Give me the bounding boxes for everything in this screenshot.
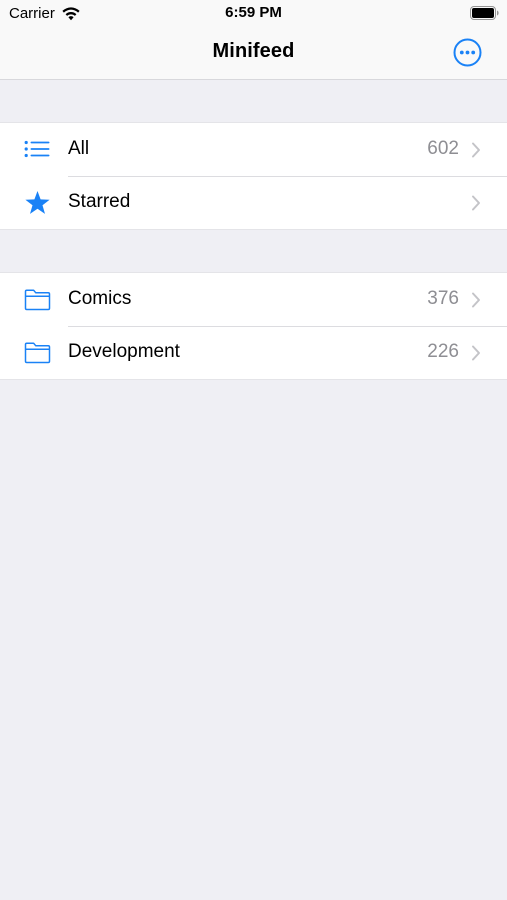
row-label: Starred: [68, 191, 131, 212]
chevron-right-icon: [472, 292, 480, 308]
folders-section: Comics 376 Development 226: [0, 272, 507, 380]
page-title: Minifeed: [212, 40, 295, 62]
list-icon: [24, 140, 50, 158]
navigation-bar: Carrier 6:59 PM Minifeed: [0, 0, 507, 80]
status-bar: Carrier 6:59 PM: [0, 0, 507, 28]
list-item-all[interactable]: All 602: [0, 123, 507, 176]
battery-icon: [470, 6, 499, 20]
chevron-right-icon: [472, 345, 480, 361]
chevron-right-icon: [472, 142, 480, 158]
list-item-folder-comics[interactable]: Comics 376: [0, 273, 507, 326]
unread-count: 602: [427, 138, 459, 159]
ellipsis-circle-icon[interactable]: [453, 38, 482, 67]
status-time: 6:59 PM: [225, 4, 282, 21]
smart-feeds-section: All 602 Starred: [0, 122, 507, 230]
list-item-folder-development[interactable]: Development 226: [0, 326, 507, 379]
unread-count: 226: [427, 341, 459, 362]
row-label: Comics: [68, 288, 132, 309]
row-label: All: [68, 138, 90, 159]
list-item-starred[interactable]: Starred: [0, 176, 507, 229]
folder-icon: [24, 342, 51, 364]
folder-icon: [24, 289, 51, 311]
star-icon: [25, 191, 50, 214]
row-label: Development: [68, 341, 180, 362]
chevron-right-icon: [472, 195, 480, 211]
unread-count: 376: [427, 288, 459, 309]
